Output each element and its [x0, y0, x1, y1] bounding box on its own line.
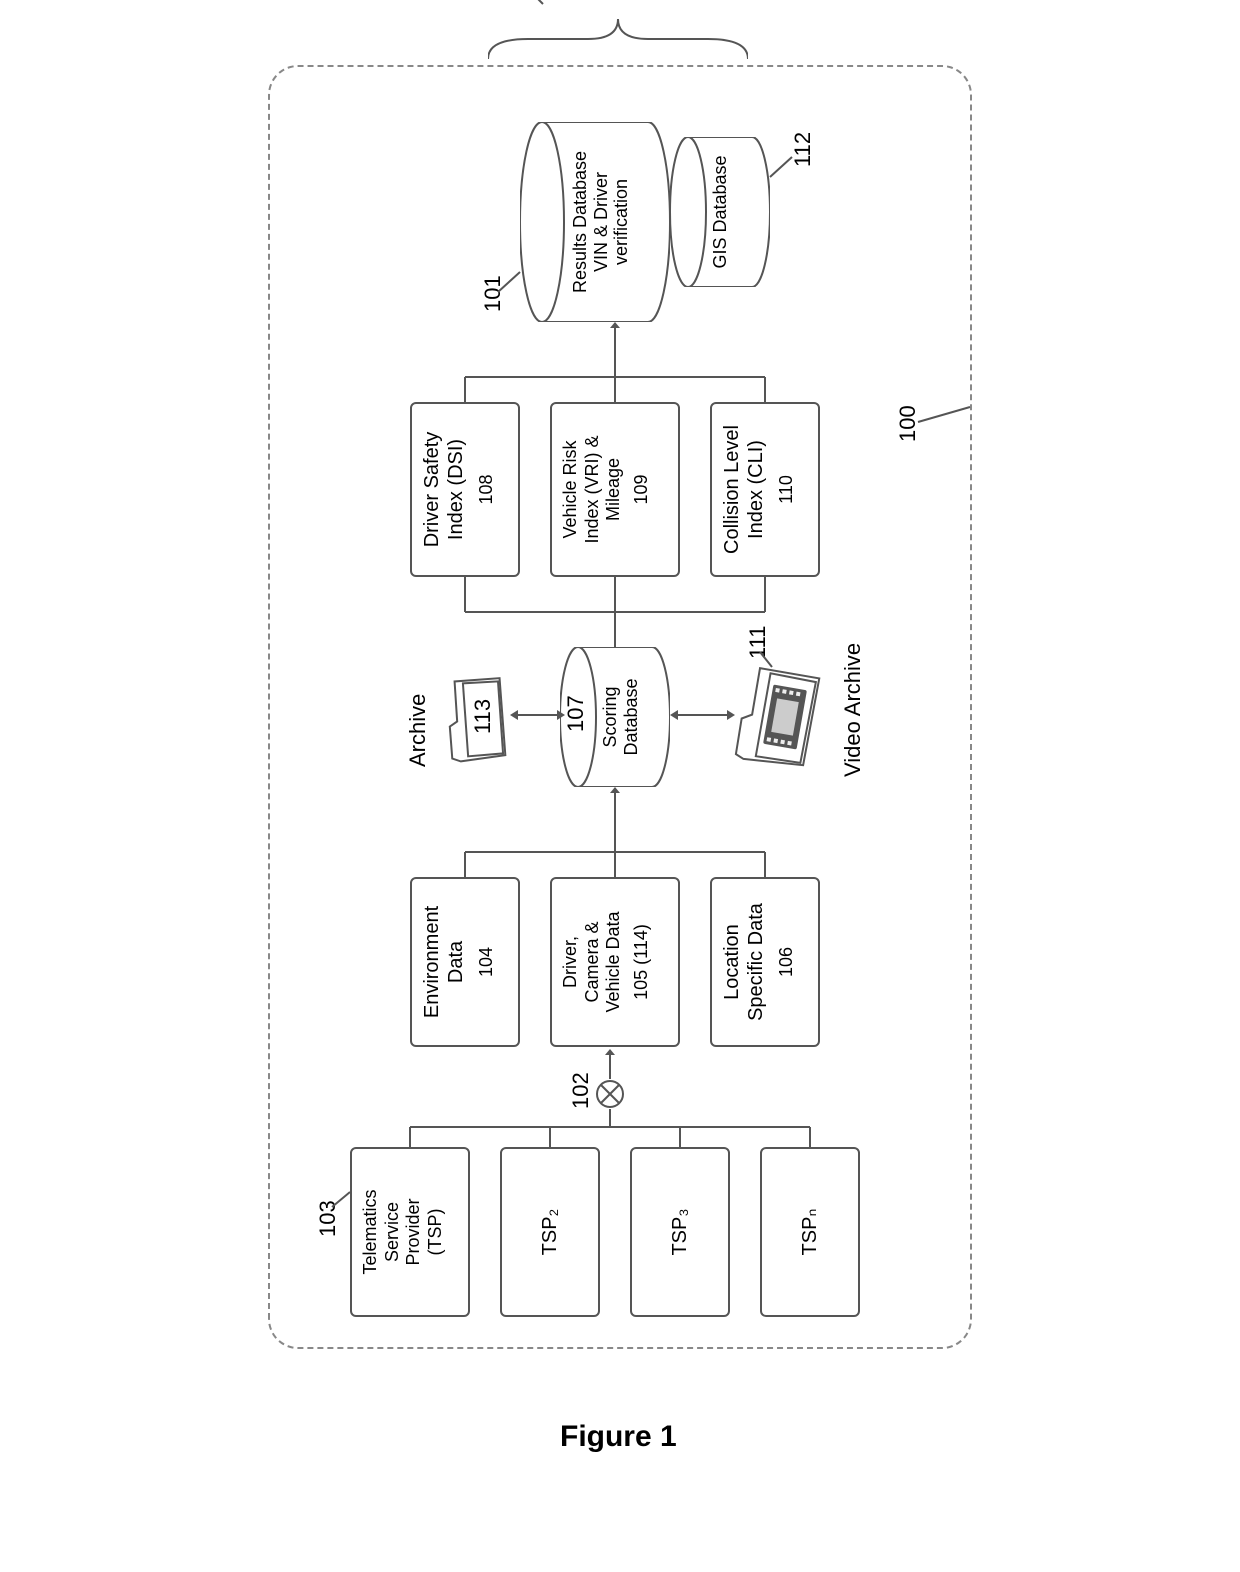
film-strip-icon [760, 682, 810, 752]
loc-l2: Specific Data [744, 885, 768, 1039]
vri-ref: 109 [631, 410, 653, 569]
tsp3-label: TSP₃ [668, 1209, 692, 1256]
tsp-box-3: TSP₃ [630, 1147, 730, 1317]
dsi-box: Driver Safety Index (DSI) 108 [410, 402, 520, 577]
video-archive-ref: 111 [745, 626, 771, 659]
system-ref: 100 [895, 406, 921, 443]
interface-ref: 102 [568, 1073, 594, 1110]
cli-ref: 110 [776, 410, 798, 569]
sdb-ref: 107 [563, 696, 589, 733]
dsi-l2: Index (DSI) [444, 410, 468, 569]
system-boundary: Telematics Service Provider (TSP) TSP₂ T… [268, 65, 972, 1349]
results-db-label-wrap: Results Database VIN & Driver verificati… [570, 122, 632, 322]
loc-ref: 106 [776, 885, 798, 1039]
archive-label: Archive [405, 694, 431, 767]
vri-box: Vehicle Risk Index (VRI) & Mileage 109 [550, 402, 680, 577]
scoring-db-label-wrap: Scoring Database [600, 647, 641, 787]
sdb-l2: Database [621, 647, 642, 787]
video-archive-label: Video Archive [840, 643, 866, 777]
loc-l1: Location [720, 885, 744, 1039]
tsp2-label: TSP₂ [538, 1209, 562, 1256]
drv-ref: 105 (114) [631, 885, 653, 1039]
vri-l3: Mileage [603, 410, 625, 569]
tsp-box-n: TSPₙ [760, 1147, 860, 1317]
driver-data-box: Driver, Camera & Vehicle Data 105 (114) [550, 877, 680, 1047]
rdb-l2: VIN & Driver [591, 122, 612, 322]
env-ref: 104 [476, 885, 498, 1039]
archive-ref: 113 [470, 699, 496, 734]
vri-l1: Vehicle Risk [560, 410, 582, 569]
gis-ref: 112 [790, 132, 816, 167]
env-l1: Environment [420, 885, 444, 1039]
vri-l2: Index (VRI) & [582, 410, 604, 569]
dsi-l1: Driver Safety [420, 410, 444, 569]
tsp1-l2: Service [382, 1155, 404, 1309]
tspn-label: TSPₙ [798, 1209, 822, 1256]
rdb-ref: 101 [480, 276, 506, 313]
drv-l2: Camera & [582, 885, 604, 1039]
figure-caption: Figure 1 [560, 1420, 677, 1454]
risk-manager-label-wrap: Risk Manager [578, 0, 630, 9]
tsp-ref: 103 [315, 1201, 341, 1238]
rdb-l3: verification [611, 122, 632, 322]
cli-l2: Index (CLI) [744, 410, 768, 569]
rm-l2: Manager [604, 0, 630, 9]
brace-icon [488, 9, 748, 59]
tsp1-l3: Provider [403, 1155, 425, 1309]
rdb-l1: Results Database [570, 122, 591, 322]
tsp1-l4: (TSP) [425, 1155, 447, 1309]
gis-label-wrap: GIS Database [710, 137, 731, 287]
drv-l1: Driver, [560, 885, 582, 1039]
rm-l1: Risk [578, 0, 604, 9]
tsp1-l1: Telematics [360, 1155, 382, 1309]
sdb-l1: Scoring [600, 647, 621, 787]
env-data-box: Environment Data 104 [410, 877, 520, 1047]
dsi-ref: 108 [476, 410, 498, 569]
cli-l1: Collision Level [720, 410, 744, 569]
junction-icon [595, 1079, 625, 1109]
drv-l3: Vehicle Data [603, 885, 625, 1039]
loc-data-box: Location Specific Data 106 [710, 877, 820, 1047]
gis-l1: GIS Database [710, 137, 731, 287]
cli-box: Collision Level Index (CLI) 110 [710, 402, 820, 577]
tsp-box-1: Telematics Service Provider (TSP) [350, 1147, 470, 1317]
env-l2: Data [444, 885, 468, 1039]
tsp-box-2: TSP₂ [500, 1147, 600, 1317]
